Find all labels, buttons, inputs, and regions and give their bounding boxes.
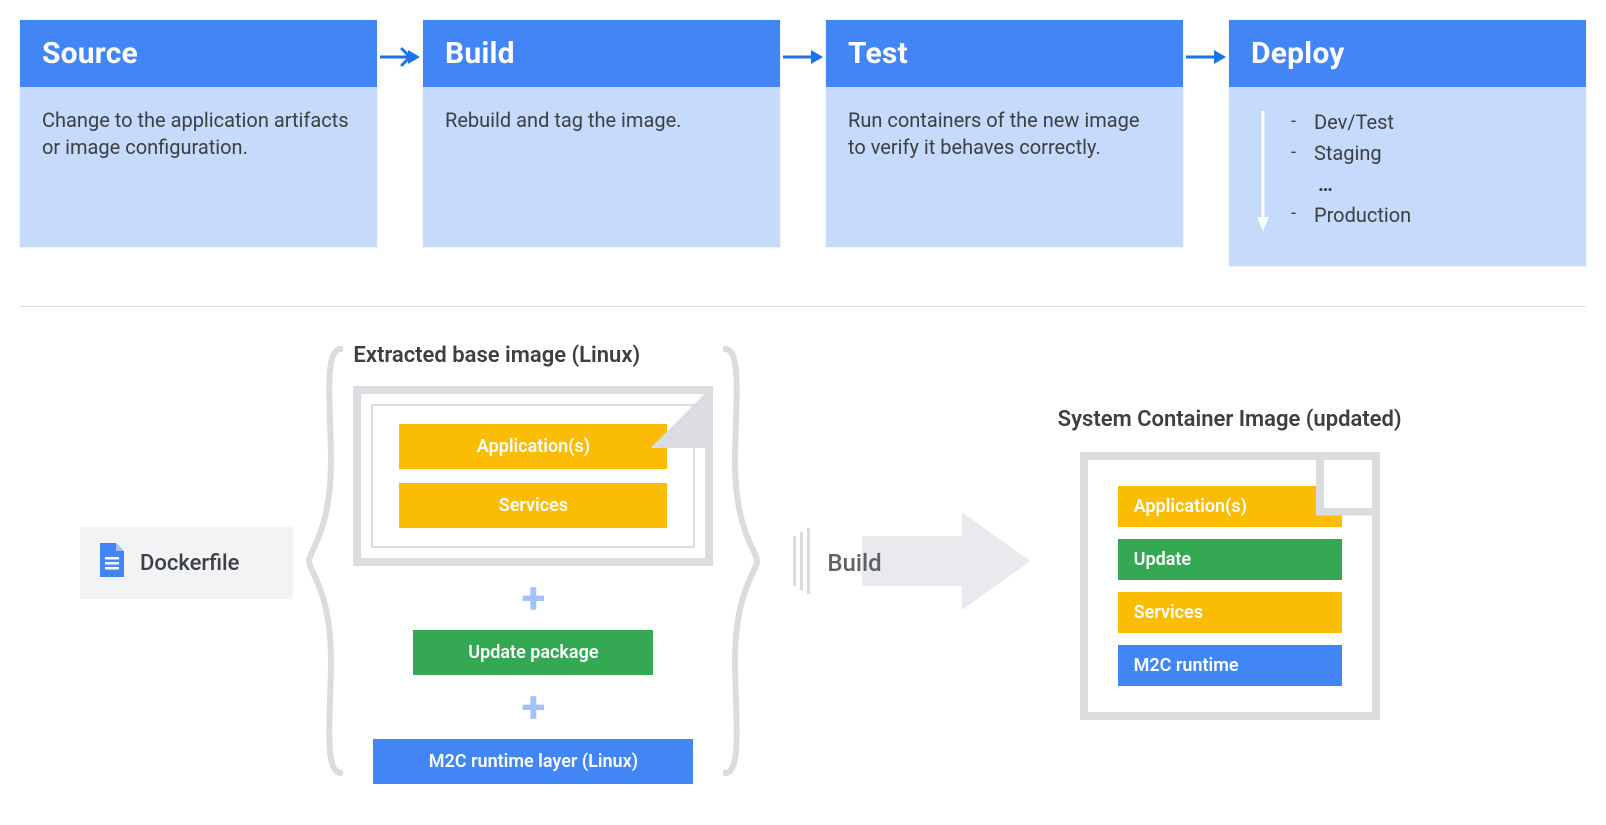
dockerfile-label: Dockerfile [140,551,239,576]
stage-test: Test Run containers of the new image to … [826,20,1183,247]
stage-body: Change to the application artifacts or i… [20,87,377,247]
stage-title: Source [20,20,377,87]
output-doc: Application(s) Update Services M2C runti… [1080,452,1380,720]
chip-applications: Application(s) [399,424,667,469]
deploy-item: Dev/Test [1314,107,1411,138]
brace-right-icon [723,341,763,785]
stage-title: Build [423,20,780,87]
stage-body: -- - Dev/Test Staging … Production [1229,87,1586,266]
build-arrow: Build [789,506,1031,620]
stage-title: Test [826,20,1183,87]
deploy-item: … [1314,169,1411,200]
center-title: Extracted base image (Linux) [353,343,640,368]
chip-applications: Application(s) [1118,486,1342,527]
document-icon [96,541,126,585]
output-title: System Container Image (updated) [1058,407,1402,432]
deploy-item: Production [1314,200,1411,231]
pipeline-row: Source Change to the application artifac… [20,20,1586,266]
lower-diagram: Dockerfile Extracted base image (Linux) … [20,341,1586,785]
dockerfile-block: Dockerfile [80,527,293,599]
chip-m2c-runtime: M2C runtime [1118,645,1342,686]
build-label: Build [827,549,881,577]
chip-services: Services [399,483,667,528]
chip-m2c-runtime: M2C runtime layer (Linux) [373,739,693,784]
section-divider [20,306,1586,307]
arrow-right-icon [1183,20,1229,68]
stage-build: Build Rebuild and tag the image. [423,20,780,247]
stage-body: Run containers of the new image to verif… [826,87,1183,247]
chip-update-package: Update package [413,630,653,675]
arrow-down-icon [1255,107,1273,238]
base-image-card: Application(s) Services [353,386,713,566]
arrow-block-right-icon [862,506,1032,620]
center-stack: Extracted base image (Linux) Application… [353,343,713,784]
deploy-item: Staging [1314,138,1411,169]
deploy-items: Dev/Test Staging … Production [1314,107,1411,231]
output-column: System Container Image (updated) Applica… [1058,407,1402,720]
deploy-dashes: -- - [1291,107,1296,229]
brace-left-icon [303,341,343,785]
stage-body: Rebuild and tag the image. [423,87,780,247]
plus-icon: + [521,576,545,620]
chip-services: Services [1118,592,1342,633]
base-image-inner: Application(s) Services [371,404,695,548]
stage-deploy: Deploy -- - Dev/Test Staging … Productio… [1229,20,1586,266]
stage-title: Deploy [1229,20,1586,87]
arrow-right-icon [377,20,423,68]
plus-icon: + [521,685,545,729]
stage-source: Source Change to the application artifac… [20,20,377,247]
chip-update: Update [1118,539,1342,580]
arrow-right-icon [780,20,826,68]
